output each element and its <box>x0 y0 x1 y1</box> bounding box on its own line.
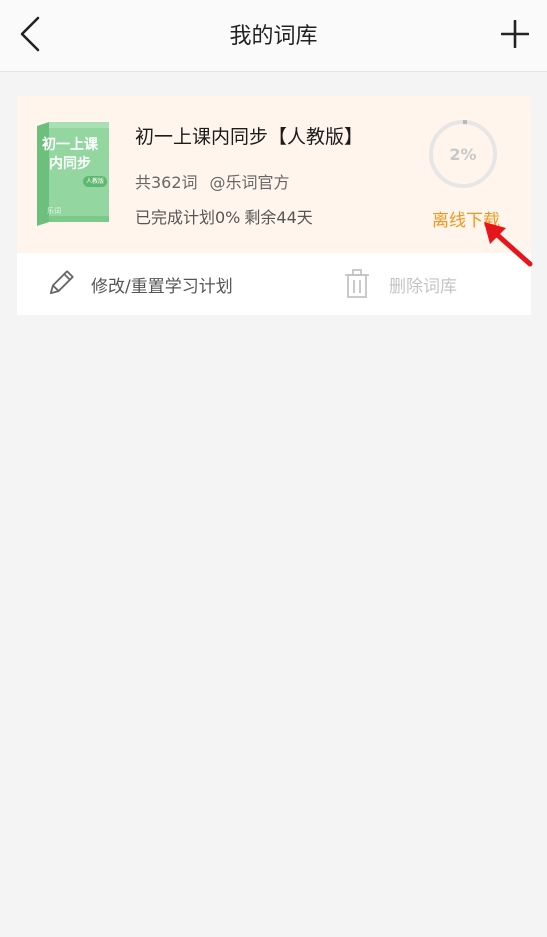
book-meta: 共362词 @乐词官方 <box>135 169 290 193</box>
trash-icon <box>345 269 369 298</box>
book-cover-badge: 人教版 <box>83 176 107 187</box>
book-name: 初一上课内同步【人教版】 <box>135 126 364 148</box>
pencil-icon <box>49 270 74 295</box>
wordbook-card-info[interactable]: 初一上课内同步 人教版 乐词 初一上课内同步【人教版】 共362词 @乐词官方 已… <box>17 96 533 267</box>
book-cover-footer: 乐词 <box>47 207 61 215</box>
delete-wordbook-label: 删除词库 <box>389 276 457 297</box>
plus-icon <box>501 20 529 48</box>
top-bar: 我的词库 <box>0 0 547 72</box>
download-progress-label: 2% <box>449 144 477 164</box>
wordbook-card: 初一上课内同步 人教版 乐词 初一上课内同步【人教版】 共362词 @乐词官方 已… <box>17 96 533 315</box>
word-count: 共362词 <box>135 173 198 192</box>
wordbook-actions: 修改/重置学习计划 删除词库 <box>17 253 531 315</box>
book-author: @乐词官方 <box>209 173 290 192</box>
edit-plan-button[interactable]: 修改/重置学习计划 <box>45 265 233 303</box>
edit-plan-label: 修改/重置学习计划 <box>91 276 233 297</box>
book-cover-title: 初一上课内同步 <box>42 137 98 172</box>
delete-wordbook-button[interactable]: 删除词库 <box>343 265 457 303</box>
plan-progress: 已完成计划0% 剩余44天 <box>135 204 313 228</box>
plan-completed: 已完成计划0% <box>135 208 241 227</box>
plan-remaining: 剩余44天 <box>244 208 313 227</box>
page-title: 我的词库 <box>229 24 318 49</box>
add-wordbook-button[interactable] <box>495 14 535 54</box>
